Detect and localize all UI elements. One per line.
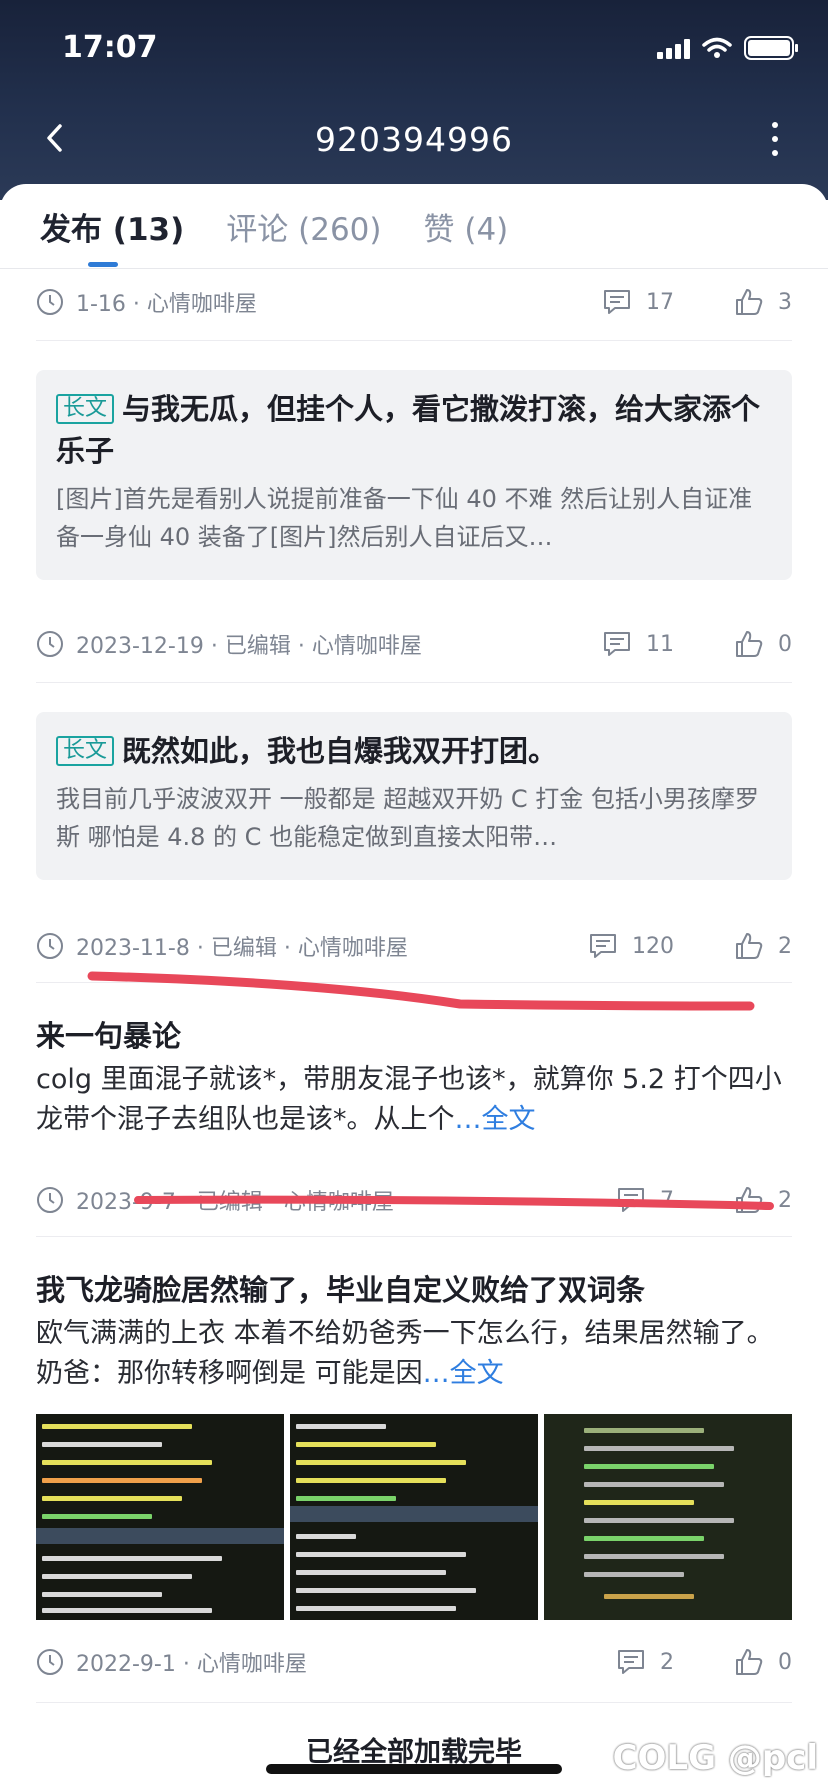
post-date: 2023-9-7 · 已编辑 · 心情咖啡屋 <box>76 1190 394 1215</box>
comment-count[interactable]: 2 <box>616 1647 674 1677</box>
app-header: 17:07 920394996 <box>0 0 828 200</box>
post-meta: 2022-9-1 · 心情咖啡屋 2 0 <box>36 1642 792 1682</box>
comment-icon <box>590 934 616 958</box>
post-date: 1-16 · 心情咖啡屋 <box>76 292 257 317</box>
post-meta: 2023-11-8 · 已编辑 · 心情咖啡屋 120 2 <box>36 926 792 966</box>
comment-count-value: 2 <box>660 1649 674 1675</box>
comment-icon <box>618 1188 644 1212</box>
post-body-text: 欧气满满的上衣 本着不给奶爸秀一下怎么行，结果居然输了。奶爸：那你转移啊倒是 可… <box>36 1318 774 1389</box>
post-meta: 2023-9-7 · 已编辑 · 心情咖啡屋 7 2 <box>36 1180 792 1220</box>
like-count[interactable]: 2 <box>734 1185 792 1215</box>
comment-icon <box>604 632 630 656</box>
post-body[interactable]: colg 里面混子就该*，带朋友混子也该*，就算你 5.2 打个四小龙带个混子去… <box>36 1060 792 1140</box>
thumbs-up-icon <box>736 289 763 315</box>
post-excerpt: 我目前几乎波波双开 一般都是 超越双开奶 C 打金 包括小男孩摩罗斯 哪怕是 4… <box>56 785 759 851</box>
comment-count-value: 11 <box>646 631 674 657</box>
divider <box>36 340 792 341</box>
status-time: 17:07 <box>62 30 158 65</box>
post-body[interactable]: 欧气满满的上衣 本着不给奶爸秀一下怎么行，结果居然输了。奶爸：那你转移啊倒是 可… <box>36 1314 792 1394</box>
thumbs-up-icon <box>736 1649 763 1675</box>
comment-icon <box>618 1650 644 1674</box>
post-date: 2023-11-8 · 已编辑 · 心情咖啡屋 <box>76 936 408 961</box>
tab-posts[interactable]: 发布 (13) <box>40 204 184 267</box>
clock-icon <box>37 289 63 315</box>
like-count-value: 0 <box>778 631 792 657</box>
clock-icon <box>37 1187 63 1213</box>
post-title: 与我无瓜，但挂个人，看它撒泼打滚，给大家添个乐子 <box>56 392 761 468</box>
comment-count[interactable]: 7 <box>616 1185 674 1215</box>
post-title[interactable]: 来一句暴论 <box>36 1016 792 1056</box>
watermark: COLG @pcl <box>612 1738 818 1778</box>
long-post-tag: 长文 <box>56 736 115 766</box>
long-post-card[interactable]: 长文 既然如此，我也自爆我双开打团。 我目前几乎波波双开 一般都是 超越双开奶 C… <box>36 712 792 880</box>
like-count[interactable]: 0 <box>734 1647 792 1677</box>
post-date: 2023-12-19 · 已编辑 · 心情咖啡屋 <box>76 634 422 659</box>
image-thumbnail[interactable] <box>36 1414 284 1620</box>
clock-icon <box>37 933 63 959</box>
image-gallery <box>36 1414 792 1620</box>
long-post-card[interactable]: 长文 与我无瓜，但挂个人，看它撒泼打滚，给大家添个乐子 [图片]首先是看别人说提前… <box>36 370 792 580</box>
tab-comments[interactable]: 评论 (260) <box>226 204 381 254</box>
wifi-icon <box>702 37 732 58</box>
divider <box>36 1702 792 1703</box>
read-full-link[interactable]: …全文 <box>455 1104 536 1135</box>
post-title[interactable]: 我飞龙骑脸居然输了，毕业自定义败给了双词条 <box>36 1270 792 1310</box>
battery-icon <box>744 36 798 60</box>
comment-count[interactable]: 11 <box>602 629 674 659</box>
long-post-tag: 长文 <box>56 394 115 424</box>
home-indicator[interactable] <box>266 1764 562 1774</box>
page-title: 920394996 <box>315 120 513 159</box>
divider <box>36 982 792 983</box>
thumbs-up-icon <box>736 933 763 959</box>
comment-count[interactable]: 120 <box>588 931 674 961</box>
thumbs-up-icon <box>736 631 763 657</box>
post-excerpt: [图片]首先是看别人说提前准备一下仙 40 不难 然后让别人自证准备一身仙 40… <box>56 485 753 551</box>
like-count[interactable]: 3 <box>734 287 792 317</box>
clock-icon <box>37 1649 63 1675</box>
comment-count[interactable]: 17 <box>602 287 674 317</box>
tab-likes[interactable]: 赞 (4) <box>424 204 509 254</box>
like-count-value: 2 <box>778 1187 792 1213</box>
comment-count-value: 17 <box>646 289 674 315</box>
comment-icon <box>604 290 630 314</box>
post-title: 既然如此，我也自爆我双开打团。 <box>122 734 558 768</box>
like-count[interactable]: 2 <box>734 931 792 961</box>
post-body-text: colg 里面混子就该*，带朋友混子也该*，就算你 5.2 打个四小龙带个混子去… <box>36 1064 782 1135</box>
read-full-link[interactable]: …全文 <box>423 1358 504 1389</box>
image-thumbnail[interactable] <box>544 1414 792 1620</box>
tab-divider <box>0 268 828 269</box>
image-thumbnail[interactable] <box>290 1414 538 1620</box>
like-count[interactable]: 0 <box>734 629 792 659</box>
comment-count-value: 120 <box>632 933 674 959</box>
clock-icon <box>37 631 63 657</box>
comment-count-value: 7 <box>660 1187 674 1213</box>
thumbs-up-icon <box>736 1187 763 1213</box>
tab-bar: 发布 (13) 评论 (260) 赞 (4) <box>40 204 509 267</box>
divider <box>36 1236 792 1237</box>
post-meta: 2023-12-19 · 已编辑 · 心情咖啡屋 11 0 <box>36 624 792 664</box>
like-count-value: 3 <box>778 289 792 315</box>
post-meta: 1-16 · 心情咖啡屋 17 3 <box>36 282 792 322</box>
divider <box>36 682 792 683</box>
like-count-value: 2 <box>778 933 792 959</box>
more-menu-button[interactable] <box>772 122 778 156</box>
like-count-value: 0 <box>778 1649 792 1675</box>
post-date: 2022-9-1 · 心情咖啡屋 <box>76 1652 307 1677</box>
signal-icon <box>657 37 690 59</box>
status-icons <box>657 36 798 60</box>
